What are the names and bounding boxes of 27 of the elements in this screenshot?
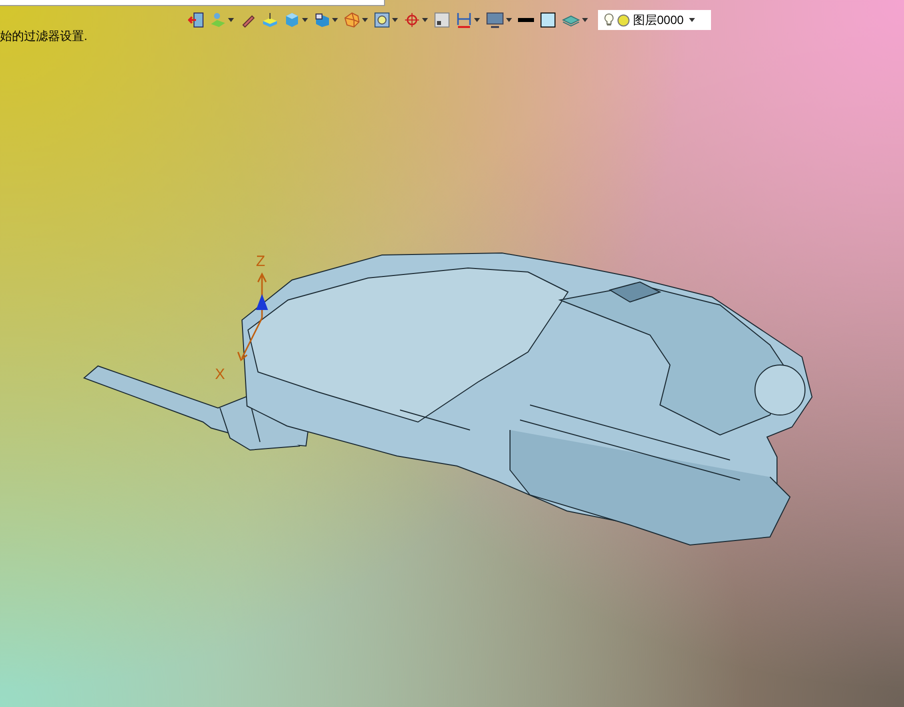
caret-icon xyxy=(506,18,512,22)
exit-icon[interactable] xyxy=(188,12,204,28)
axis-label: Z xyxy=(256,254,266,269)
caret-icon xyxy=(688,18,695,22)
caret-icon xyxy=(332,18,338,22)
sphere-icon[interactable] xyxy=(344,12,360,28)
caret-icon xyxy=(302,18,308,22)
view-cube-icon[interactable] xyxy=(314,12,330,28)
caret-icon xyxy=(392,18,398,22)
caret-icon xyxy=(582,18,588,22)
caret-icon xyxy=(362,18,368,22)
caret-icon xyxy=(228,18,234,22)
caret-icon xyxy=(474,18,480,22)
circle-icon xyxy=(617,14,630,26)
color-swatch-icon[interactable] xyxy=(540,12,556,28)
dimension-icon[interactable] xyxy=(456,12,472,28)
zoom-frame-icon[interactable] xyxy=(374,12,390,28)
slab-icon[interactable] xyxy=(262,12,278,28)
crosshair-icon[interactable] xyxy=(404,12,420,28)
monitor-icon[interactable] xyxy=(486,12,504,28)
layer-name: 图层0000 xyxy=(633,12,684,29)
layer-dropdown[interactable]: 图层0000 xyxy=(598,10,711,30)
lightbulb-icon xyxy=(604,13,614,27)
window-icon[interactable] xyxy=(434,12,450,28)
status-text: 始的过滤器设置. xyxy=(0,30,88,42)
caret-icon xyxy=(422,18,428,22)
axis-label: X xyxy=(215,367,226,382)
